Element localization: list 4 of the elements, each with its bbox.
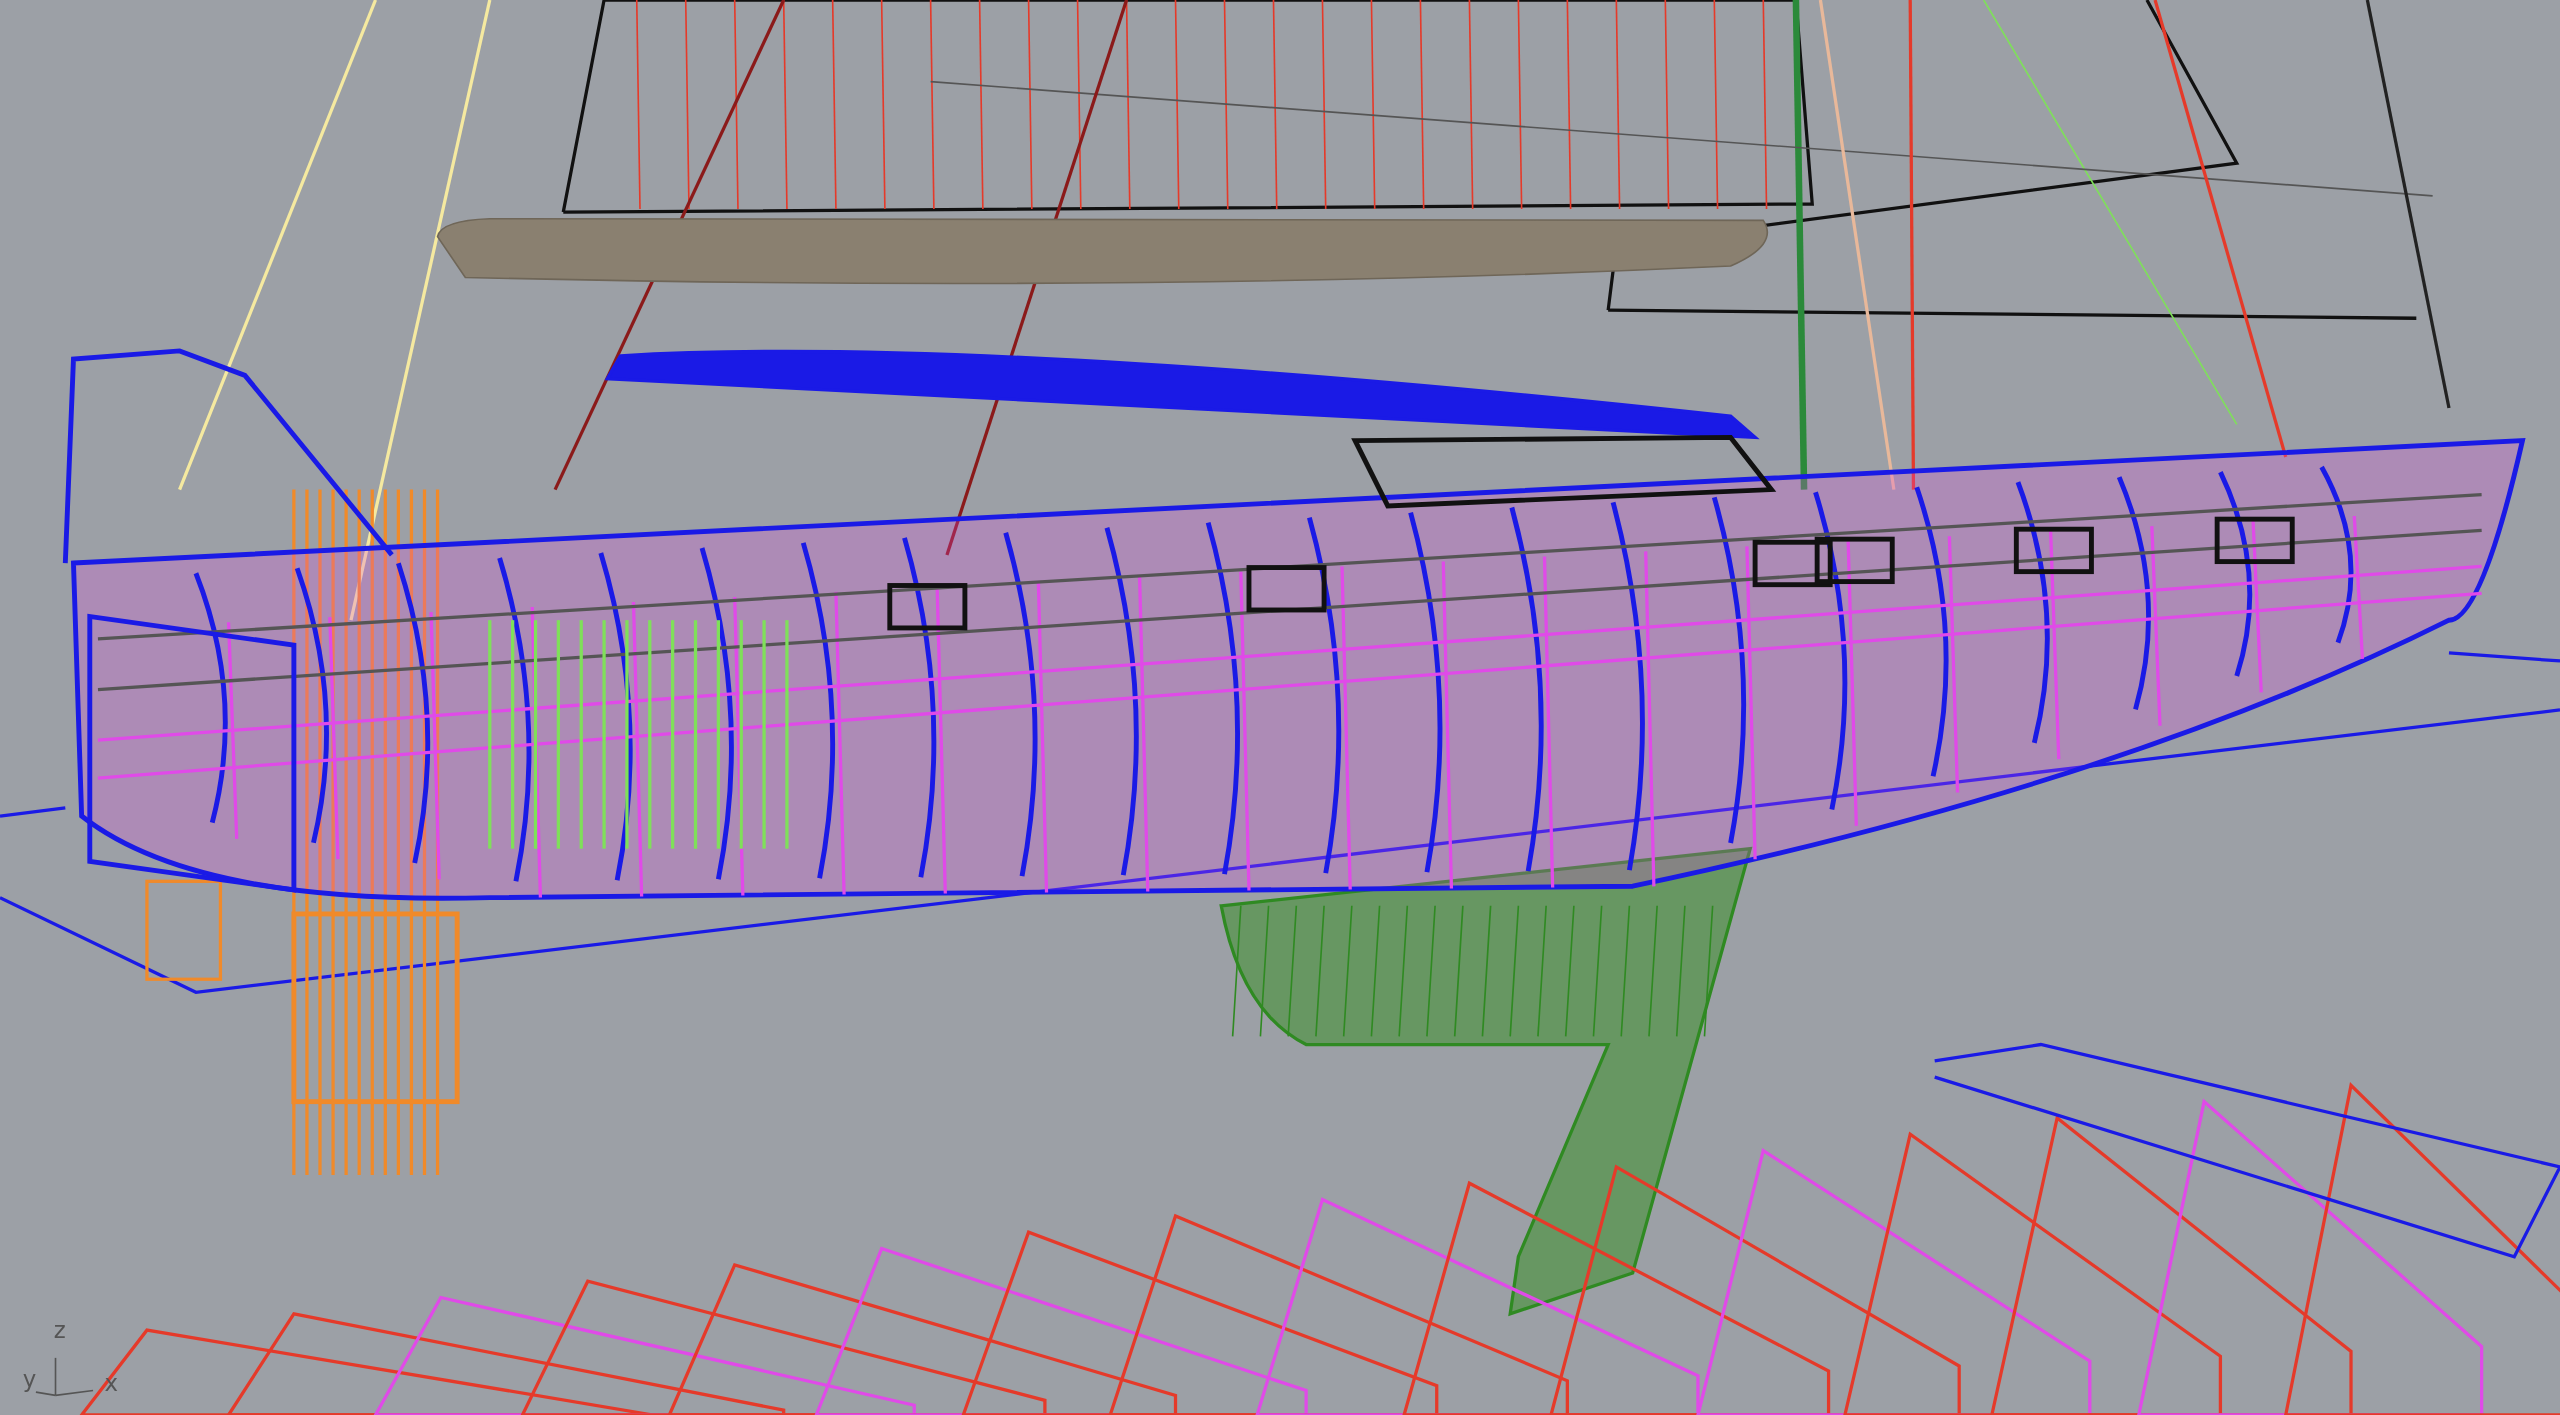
axis-label: x — [104, 1369, 118, 1396]
axis-label: z — [53, 1317, 66, 1344]
axis-label: y — [22, 1366, 37, 1393]
axis-gizmo-icon — [35, 1357, 94, 1397]
